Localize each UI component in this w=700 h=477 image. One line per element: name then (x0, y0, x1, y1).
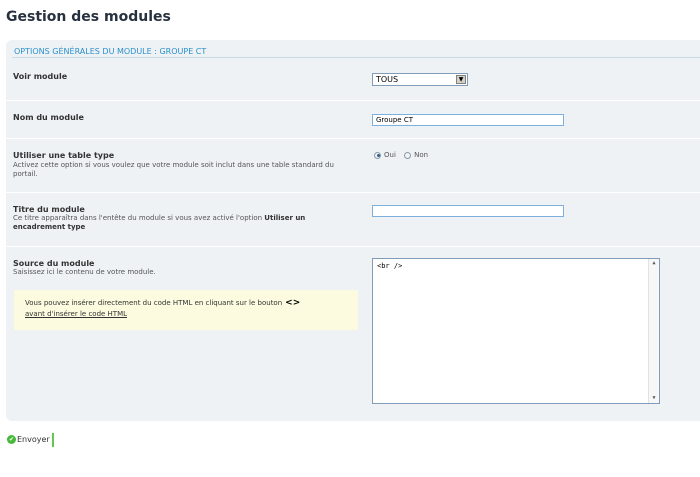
titre-module-label: Titre du module (13, 205, 85, 214)
submit-label: Envoyer (17, 435, 50, 444)
table-type-description: Activez cette option si vous voulez que … (13, 161, 334, 178)
html-info-box: Vous pouvez insérer directement du code … (14, 290, 358, 330)
titre-module-description: Ce titre apparaîtra dans l'entête du mod… (13, 214, 353, 232)
row-divider (6, 246, 700, 247)
source-module-label: Source du module (13, 259, 95, 268)
source-module-description: Saisissez ici le contenu de votre module… (13, 268, 156, 276)
scroll-down-icon[interactable]: ▼ (649, 394, 659, 403)
panel-header: OPTIONS GÉNÉRALES DU MODULE : GROUPE CT (12, 47, 700, 58)
radio-non[interactable] (404, 151, 412, 159)
info-link[interactable]: avant d'insérer le code HTML (25, 310, 127, 318)
source-module-textarea[interactable]: <br /> ▲ ▼ (372, 258, 660, 404)
page-title: Gestion des modules (6, 9, 171, 25)
radio-oui[interactable] (374, 151, 381, 159)
code-icon[interactable]: <> (285, 298, 300, 308)
textarea-scrollbar[interactable]: ▲ ▼ (648, 259, 659, 403)
nom-module-label: Nom du module (13, 113, 84, 122)
row-divider (6, 192, 700, 193)
voir-module-value: TOUS (376, 75, 399, 84)
module-options-panel: OPTIONS GÉNÉRALES DU MODULE : GROUPE CT … (6, 40, 700, 421)
table-type-label: Utiliser une table type (13, 151, 115, 160)
submit-button[interactable]: ✔ Envoyer (7, 433, 54, 447)
chevron-down-icon[interactable]: ▼ (456, 75, 466, 84)
info-text: Vous pouvez insérer directement du code … (25, 299, 283, 307)
voir-module-select[interactable]: TOUS ▼ (372, 73, 468, 86)
titre-module-desc-text: Ce titre apparaîtra dans l'entête du mod… (13, 214, 265, 222)
titre-module-input[interactable] (372, 205, 564, 217)
radio-oui-label[interactable]: Oui (384, 151, 396, 159)
check-icon: ✔ (7, 435, 16, 444)
row-divider (6, 100, 700, 101)
nom-module-input[interactable]: Groupe CT (372, 114, 564, 126)
source-module-content: <br /> (377, 262, 403, 270)
scroll-up-icon[interactable]: ▲ (649, 259, 659, 268)
radio-non-label[interactable]: Non (414, 151, 428, 159)
row-divider (6, 138, 700, 139)
table-type-radio-group: Oui Non (374, 151, 434, 159)
voir-module-label: Voir module (13, 72, 68, 81)
